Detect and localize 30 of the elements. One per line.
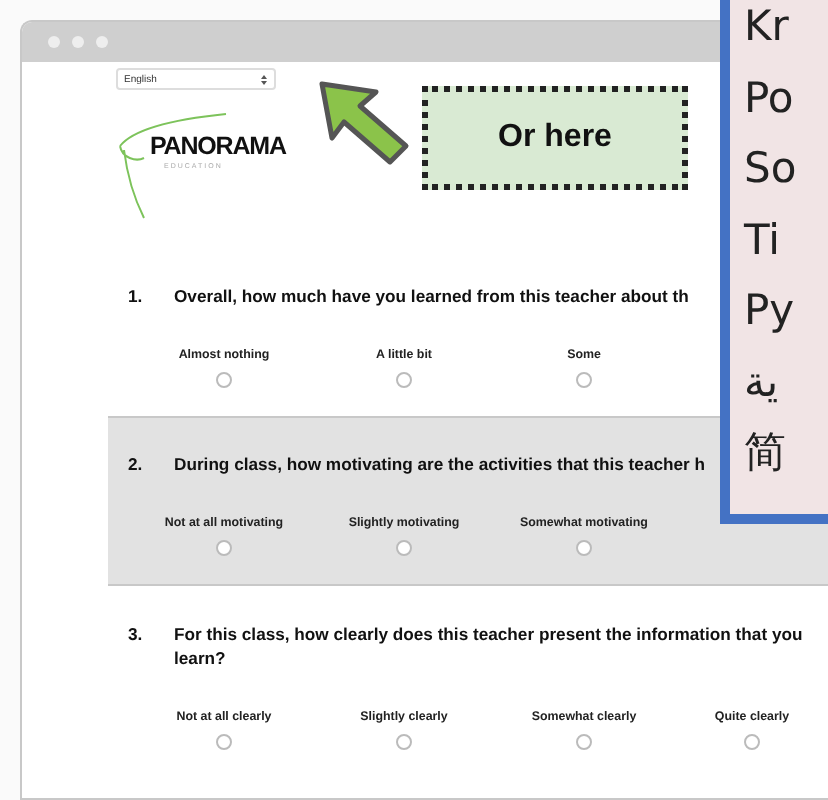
radio-button[interactable] (216, 372, 232, 388)
radio-button[interactable] (396, 372, 412, 388)
language-option[interactable]: 简 (744, 426, 828, 478)
question-number: 1. (128, 284, 145, 308)
window-dot-icon[interactable] (48, 36, 60, 48)
question-text: Overall, how much have you learned from this teacher about th (174, 284, 689, 308)
radio-button[interactable] (396, 734, 412, 750)
language-option[interactable]: So (744, 142, 828, 194)
radio-button[interactable] (744, 734, 760, 750)
radio-button[interactable] (216, 734, 232, 750)
updown-caret-icon (260, 73, 268, 85)
question-text: During class, how motivating are the activities that this teacher h (174, 452, 706, 476)
language-option[interactable]: Ti (744, 213, 828, 265)
language-option[interactable]: Po (744, 71, 828, 123)
window-dot-icon[interactable] (96, 36, 108, 48)
pointing-arrow-icon (316, 78, 412, 166)
callout-note: Or here (422, 86, 688, 190)
radio-button[interactable] (576, 734, 592, 750)
radio-button[interactable] (576, 372, 592, 388)
language-option[interactable]: Ру (744, 284, 828, 336)
question-text: For this class, how clearly does this teacher present the information that you learn? (174, 622, 803, 670)
radio-button[interactable] (396, 540, 412, 556)
logo-wordmark: PANORAMA (150, 132, 286, 160)
window-dot-icon[interactable] (72, 36, 84, 48)
language-option[interactable]: Kr (744, 0, 828, 52)
radio-button[interactable] (576, 540, 592, 556)
question-number: 2. (128, 452, 145, 476)
radio-button[interactable] (216, 540, 232, 556)
question-number: 3. (128, 622, 145, 648)
language-option[interactable]: ية (744, 355, 828, 407)
